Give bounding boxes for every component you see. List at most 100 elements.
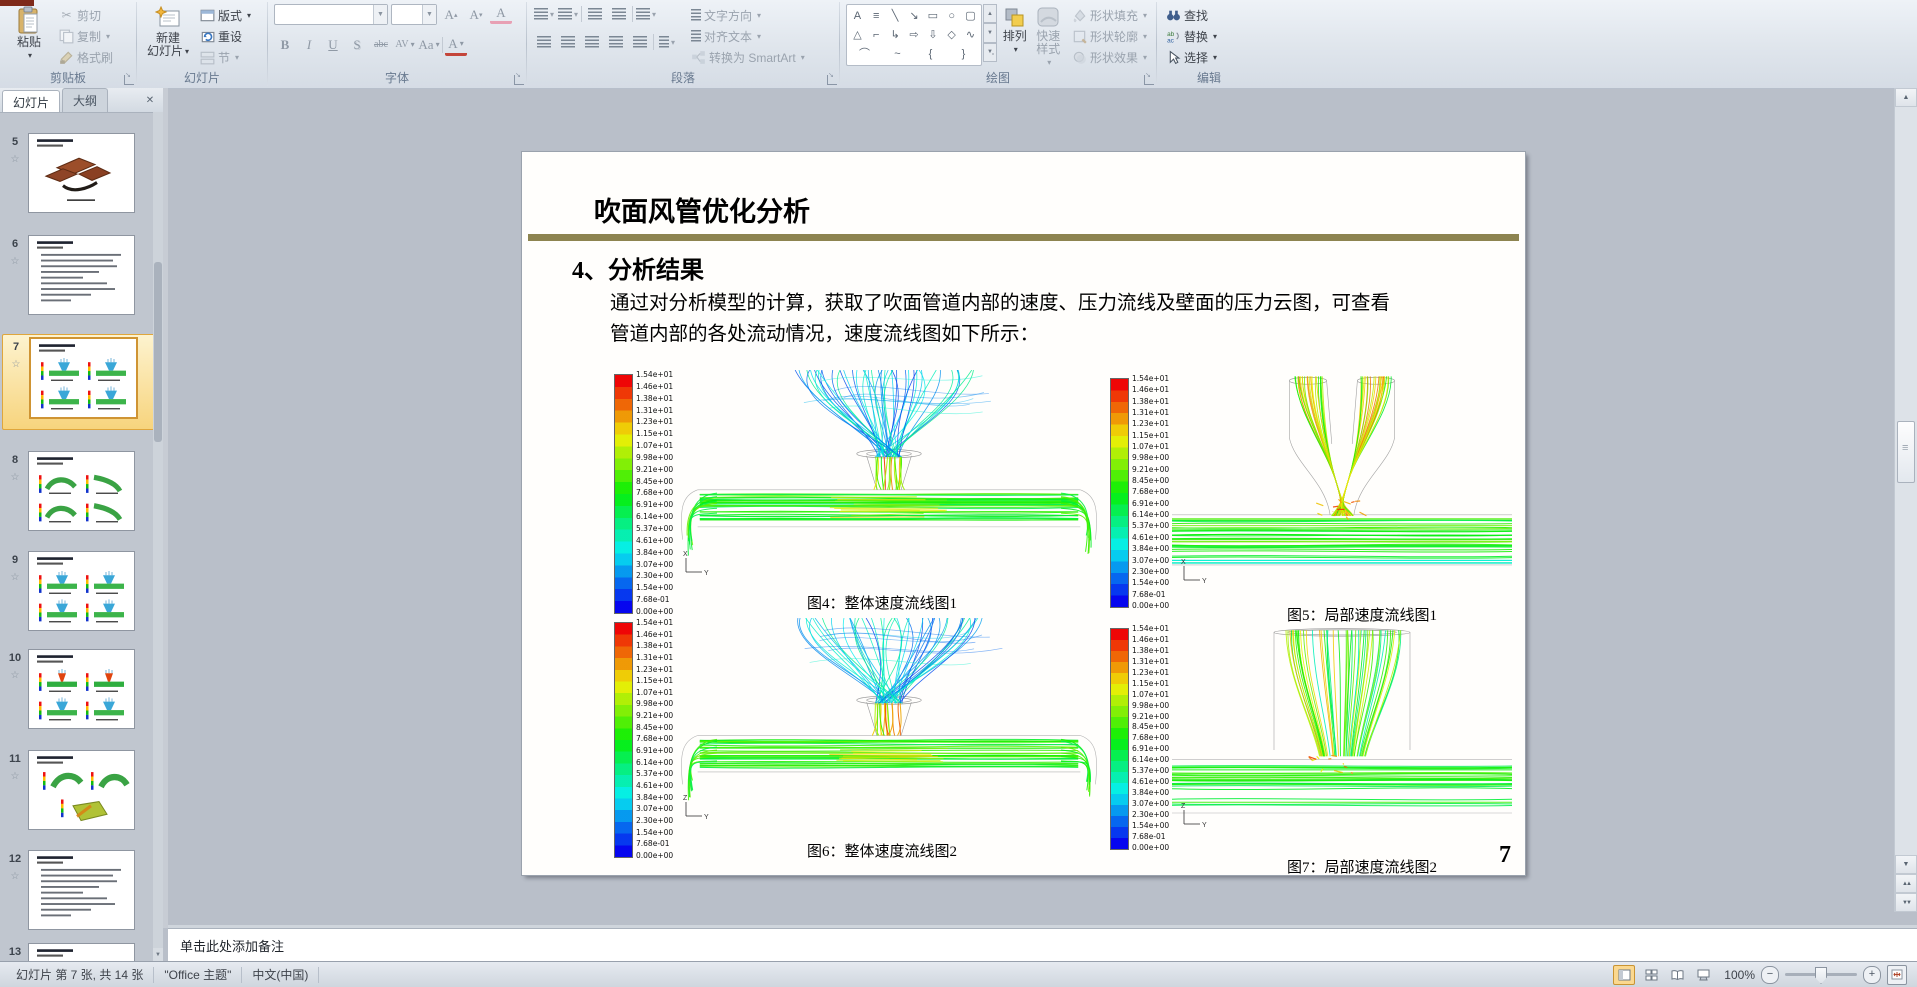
find-button[interactable]: 查找 <box>1163 6 1255 24</box>
shape-glyph-icon[interactable]: ╲ <box>886 8 904 24</box>
font-dialog-launcher[interactable] <box>514 71 524 85</box>
language-indicator[interactable]: 中文(中国) <box>242 966 320 983</box>
slide-thumbnail[interactable] <box>28 451 135 531</box>
notes-placeholder[interactable]: 单击此处添加备注 <box>168 928 1917 963</box>
numbering-button[interactable] <box>557 4 579 24</box>
slide-thumbnail[interactable] <box>28 750 135 830</box>
slide-thumbnail[interactable] <box>28 649 135 729</box>
font-color-button[interactable]: A <box>445 33 467 56</box>
slide-thumbnail-row-13[interactable]: 13 <box>2 940 153 962</box>
shape-effects-button[interactable]: 形状效果 <box>1069 48 1150 66</box>
paste-button[interactable]: 粘贴 <box>6 4 52 66</box>
figure6-streamline-image[interactable]: ZY <box>674 618 1104 826</box>
copy-button[interactable]: 复制 <box>56 27 116 45</box>
shape-glyph-icon[interactable]: ○ <box>943 8 961 24</box>
shape-glyph-icon[interactable]: } <box>955 46 973 62</box>
reading-view-button[interactable] <box>1667 966 1687 984</box>
convert-smartart-button[interactable]: 转换为 SmartArt <box>688 48 808 66</box>
previous-slide-button[interactable] <box>1895 874 1917 893</box>
zoom-out-button[interactable] <box>1761 965 1779 984</box>
columns-button[interactable] <box>656 32 678 52</box>
figure4-streamline-image[interactable]: XY <box>674 370 1104 582</box>
close-icon[interactable] <box>143 94 157 108</box>
underline-button[interactable]: U <box>322 35 344 55</box>
figure7-streamline-image[interactable]: ZY <box>1172 624 1512 834</box>
drawing-dialog-launcher[interactable] <box>1144 71 1154 85</box>
shape-glyph-icon[interactable]: ⇩ <box>924 27 942 43</box>
paragraph-dialog-launcher[interactable] <box>827 71 837 85</box>
scroll-down-icon[interactable]: ▼ <box>983 23 997 43</box>
text-direction-button[interactable]: 文字方向 <box>688 6 808 24</box>
align-right-button[interactable] <box>581 32 603 52</box>
shape-outline-button[interactable]: 形状轮廓 <box>1069 27 1150 45</box>
scroll-down-icon[interactable] <box>1895 855 1917 874</box>
scroll-up-icon[interactable]: ▲ <box>983 4 997 24</box>
shape-glyph-icon[interactable]: ↘ <box>905 8 923 24</box>
body-text[interactable]: 通过对分析模型的计算，获取了吹面管道内部的速度、压力流线及壁面的压力云图，可查看… <box>610 288 1440 350</box>
new-slide-button[interactable]: 新建 幻灯片 <box>143 4 193 66</box>
slide-sorter-view-button[interactable] <box>1641 966 1661 984</box>
animation-star-icon[interactable] <box>8 470 23 485</box>
bullets-button[interactable] <box>533 4 555 24</box>
animation-star-icon[interactable] <box>8 152 23 167</box>
slide-thumbnail-row-12[interactable]: 12 <box>2 847 153 941</box>
slide-thumbnail-row-7[interactable]: 7 <box>2 334 153 430</box>
shape-glyph-icon[interactable]: ~ <box>889 46 907 62</box>
shape-glyph-icon[interactable]: ≡ <box>867 8 885 24</box>
slide-thumbnail[interactable] <box>28 943 135 962</box>
shapes-gallery-scroll[interactable]: ▲ ▼ ▼̳ <box>983 4 997 62</box>
slide-title[interactable]: 吹面风管优化分析 <box>594 190 810 229</box>
italic-button[interactable]: I <box>298 35 320 55</box>
align-left-button[interactable] <box>533 32 555 52</box>
reset-button[interactable]: 重设 <box>197 27 254 45</box>
scroll-up-icon[interactable] <box>1895 88 1917 107</box>
font-size-combobox[interactable]: ▼ <box>391 4 437 25</box>
align-center-button[interactable] <box>557 32 579 52</box>
shape-glyph-icon[interactable]: ⌐ <box>867 27 885 43</box>
zoom-slider-thumb[interactable] <box>1815 967 1827 984</box>
slide-thumbnail-row-9[interactable]: 9 <box>2 548 153 642</box>
strikethrough-button[interactable]: abc <box>370 35 392 55</box>
chevron-down-icon[interactable]: ▼ <box>373 5 387 24</box>
animation-star-icon[interactable] <box>9 357 24 372</box>
shape-glyph-icon[interactable]: ⇨ <box>905 27 923 43</box>
slide-thumbnail[interactable] <box>28 850 135 930</box>
change-case-button[interactable]: Aa <box>418 35 440 55</box>
pane-scrollbar[interactable] <box>153 112 163 962</box>
slide-thumbnail[interactable] <box>28 235 135 315</box>
scrollbar-thumb[interactable] <box>1897 421 1915 484</box>
bold-button[interactable]: B <box>274 35 296 55</box>
fit-to-window-button[interactable] <box>1887 964 1907 985</box>
decrease-font-button[interactable]: A <box>465 5 487 25</box>
cut-button[interactable]: 剪切 <box>56 6 116 24</box>
font-name-combobox[interactable]: ▼ <box>274 4 388 25</box>
shape-glyph-icon[interactable]: ∿ <box>961 27 979 43</box>
slide-thumbnail[interactable] <box>28 551 135 631</box>
justify-button[interactable] <box>605 32 627 52</box>
normal-view-button[interactable] <box>1613 964 1635 985</box>
slide-thumbnail-row-5[interactable]: 5 <box>2 130 153 224</box>
shape-glyph-icon[interactable]: ▭ <box>924 8 942 24</box>
shapes-gallery[interactable]: A ≡ ╲ ↘ ▭ ○ ▢ △ ⌐ ↳ ⇨ ⇩ ◇ ∿ ⌒ ~ {} <box>846 4 982 66</box>
shape-glyph-icon[interactable]: ▢ <box>961 8 979 24</box>
zoom-in-button[interactable] <box>1863 965 1881 984</box>
vertical-scrollbar[interactable] <box>1894 88 1917 912</box>
animation-star-icon[interactable] <box>8 869 23 884</box>
shape-glyph-icon[interactable]: △ <box>848 27 866 43</box>
shape-glyph-icon[interactable]: ◇ <box>943 27 961 43</box>
shape-fill-button[interactable]: 形状填充 <box>1069 6 1150 24</box>
scrollbar-track[interactable] <box>1895 107 1917 855</box>
pane-scrollbar-thumb[interactable] <box>154 262 162 442</box>
slide-thumbnail[interactable] <box>29 337 138 419</box>
arrange-button[interactable]: 排列 <box>1002 4 1027 69</box>
slide-canvas[interactable]: 吹面风管优化分析 4、分析结果 通过对分析模型的计算，获取了吹面管道内部的速度、… <box>522 152 1525 876</box>
shape-glyph-icon[interactable]: ⌒ <box>856 46 874 62</box>
shape-glyph-icon[interactable]: ↳ <box>886 27 904 43</box>
quick-styles-button[interactable]: 快速样式 <box>1032 4 1064 69</box>
increase-font-button[interactable]: A <box>440 5 462 25</box>
replace-button[interactable]: ab ac 替换 <box>1163 27 1255 45</box>
slide-thumbnail[interactable] <box>28 133 135 213</box>
slide-thumbnail-row-10[interactable]: 10 <box>2 646 153 740</box>
zoom-slider[interactable] <box>1785 967 1857 984</box>
section-heading[interactable]: 4、分析结果 <box>572 250 704 285</box>
